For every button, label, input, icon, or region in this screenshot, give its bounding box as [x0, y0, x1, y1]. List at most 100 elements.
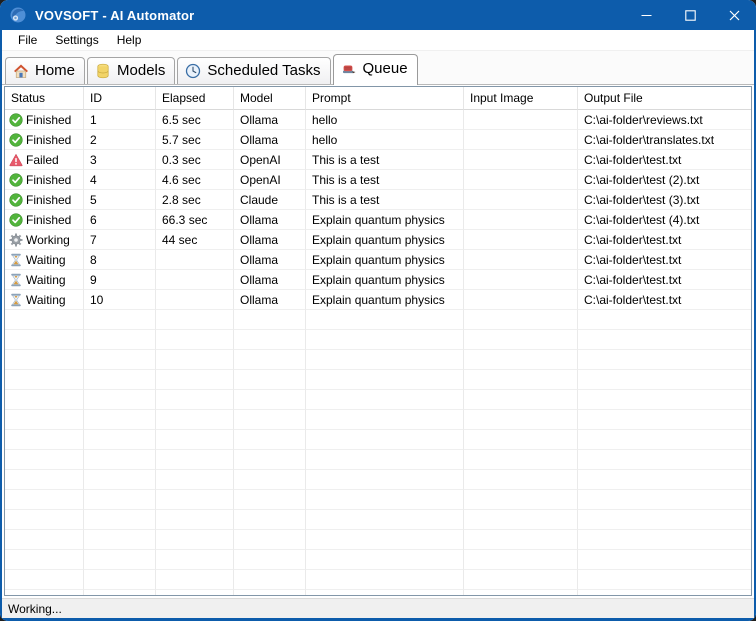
cell-id: 7	[84, 230, 156, 250]
cell-input-image	[464, 530, 578, 550]
close-button[interactable]	[712, 0, 756, 30]
cell-elapsed	[156, 270, 234, 290]
tab-home[interactable]: Home	[5, 57, 85, 84]
finished-check-icon	[9, 133, 23, 147]
table-row-empty	[5, 330, 751, 350]
cell-input-image	[464, 430, 578, 450]
cell-output-file	[578, 550, 751, 570]
finished-check-icon	[9, 113, 23, 127]
table-row[interactable]: Waiting 10 Ollama Explain quantum physic…	[5, 290, 751, 310]
cell-id: 3	[84, 150, 156, 170]
cell-input-image	[464, 210, 578, 230]
status-text: Finished	[26, 213, 71, 227]
cell-prompt	[306, 310, 464, 330]
cell-id: 10	[84, 290, 156, 310]
cell-elapsed: 6.5 sec	[156, 110, 234, 130]
column-header-model[interactable]: Model	[234, 87, 306, 110]
cell-elapsed	[156, 550, 234, 570]
status-text: Finished	[26, 133, 71, 147]
cell-prompt: This is a test	[306, 190, 464, 210]
tab-models[interactable]: Models	[87, 57, 175, 84]
cell-prompt	[306, 450, 464, 470]
cell-id	[84, 570, 156, 590]
queue-icon	[341, 61, 357, 77]
table-row-empty	[5, 570, 751, 590]
cell-model	[234, 450, 306, 470]
cell-elapsed	[156, 370, 234, 390]
cell-prompt: hello	[306, 110, 464, 130]
cell-model: OpenAI	[234, 150, 306, 170]
waiting-hourglass-icon	[9, 273, 23, 287]
tab-scheduled-tasks[interactable]: Scheduled Tasks	[177, 57, 330, 84]
cell-elapsed	[156, 330, 234, 350]
column-header-status[interactable]: Status	[5, 87, 84, 110]
title-bar: VOVSOFT - AI Automator	[0, 0, 756, 30]
cell-id	[84, 450, 156, 470]
home-icon	[13, 63, 29, 79]
tab-queue[interactable]: Queue	[333, 54, 418, 85]
cell-output-file	[578, 330, 751, 350]
table-row[interactable]: Failed 3 0.3 sec OpenAI This is a test C…	[5, 150, 751, 170]
cell-input-image	[464, 370, 578, 390]
column-header-id[interactable]: ID	[84, 87, 156, 110]
cell-input-image	[464, 230, 578, 250]
column-header-output-file[interactable]: Output File	[578, 87, 751, 110]
column-header-elapsed[interactable]: Elapsed	[156, 87, 234, 110]
menu-help[interactable]: Help	[108, 31, 151, 49]
table-row[interactable]: Waiting 9 Ollama Explain quantum physics…	[5, 270, 751, 290]
column-header-input-image[interactable]: Input Image	[464, 87, 578, 110]
cell-model	[234, 350, 306, 370]
tab-label: Queue	[363, 60, 408, 77]
cell-elapsed: 2.8 sec	[156, 190, 234, 210]
table-row-empty	[5, 370, 751, 390]
cell-id: 9	[84, 270, 156, 290]
table-row[interactable]: Finished 2 5.7 sec Ollama hello C:\ai-fo…	[5, 130, 751, 150]
minimize-button[interactable]	[624, 0, 668, 30]
database-icon	[95, 63, 111, 79]
cell-id	[84, 490, 156, 510]
cell-elapsed: 0.3 sec	[156, 150, 234, 170]
cell-id: 8	[84, 250, 156, 270]
cell-elapsed	[156, 290, 234, 310]
table-row[interactable]: Working 7 44 sec Ollama Explain quantum …	[5, 230, 751, 250]
table-row[interactable]: Finished 1 6.5 sec Ollama hello C:\ai-fo…	[5, 110, 751, 130]
cell-prompt: This is a test	[306, 150, 464, 170]
table-row[interactable]: Finished 5 2.8 sec Claude This is a test…	[5, 190, 751, 210]
cell-output-file: C:\ai-folder\test.txt	[578, 290, 751, 310]
cell-id	[84, 370, 156, 390]
cell-input-image	[464, 330, 578, 350]
cell-id: 6	[84, 210, 156, 230]
cell-id	[84, 470, 156, 490]
cell-elapsed: 4.6 sec	[156, 170, 234, 190]
table-row[interactable]: Finished 6 66.3 sec Ollama Explain quant…	[5, 210, 751, 230]
cell-elapsed	[156, 410, 234, 430]
cell-output-file	[578, 510, 751, 530]
cell-output-file	[578, 490, 751, 510]
cell-output-file	[578, 430, 751, 450]
cell-output-file	[578, 530, 751, 550]
status-text: Waiting	[26, 293, 66, 307]
table-row[interactable]: Waiting 8 Ollama Explain quantum physics…	[5, 250, 751, 270]
table-header: Status ID Elapsed Model Prompt Input Ima…	[5, 87, 751, 110]
finished-check-icon	[9, 193, 23, 207]
cell-id	[84, 330, 156, 350]
tab-label: Home	[35, 62, 75, 79]
cell-input-image	[464, 130, 578, 150]
cell-output-file	[578, 570, 751, 590]
menu-file[interactable]: File	[9, 31, 46, 49]
cell-id	[84, 510, 156, 530]
column-header-prompt[interactable]: Prompt	[306, 87, 464, 110]
maximize-button[interactable]	[668, 0, 712, 30]
table-row-empty	[5, 510, 751, 530]
cell-model	[234, 370, 306, 390]
cell-input-image	[464, 110, 578, 130]
status-bar-text: Working...	[8, 602, 62, 616]
status-text: Finished	[26, 113, 71, 127]
table-row[interactable]: Finished 4 4.6 sec OpenAI This is a test…	[5, 170, 751, 190]
cell-elapsed	[156, 590, 234, 595]
menu-settings[interactable]: Settings	[46, 31, 107, 49]
cell-prompt	[306, 350, 464, 370]
cell-prompt	[306, 430, 464, 450]
cell-prompt	[306, 390, 464, 410]
cell-id: 1	[84, 110, 156, 130]
